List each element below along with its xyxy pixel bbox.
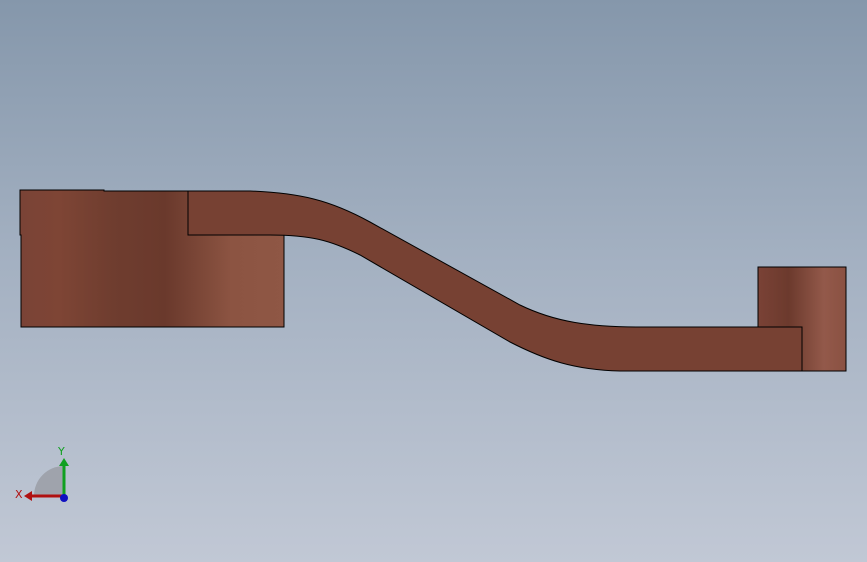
y-axis-label: Y	[57, 445, 65, 458]
graphics-viewport[interactable]: Y X	[0, 0, 867, 562]
x-axis-label: X	[15, 488, 23, 501]
coordinate-triad-icon: Y X	[15, 445, 69, 502]
model-view[interactable]	[0, 0, 867, 562]
